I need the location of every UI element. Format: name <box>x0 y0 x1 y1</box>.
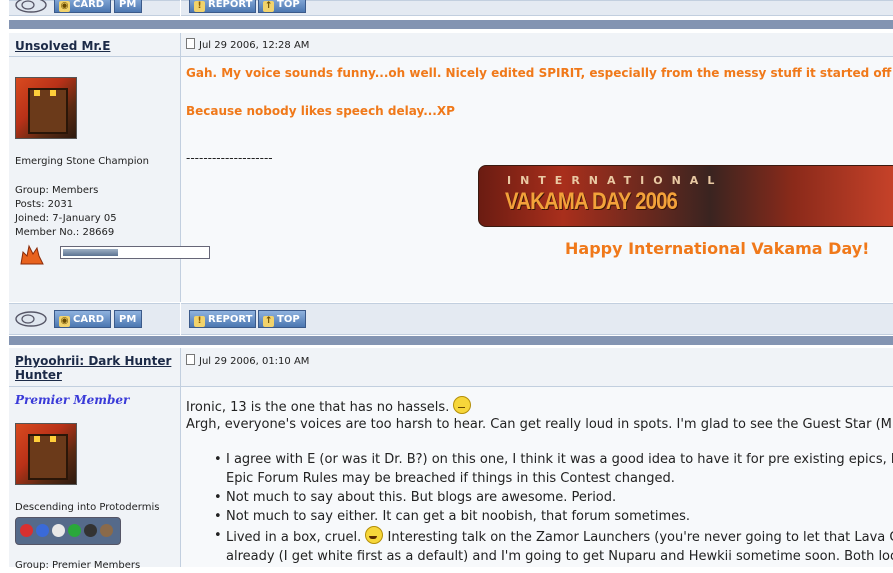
post-divider <box>9 336 893 345</box>
card-icon: ◉ <box>59 316 70 327</box>
reputation-fill <box>63 249 118 256</box>
post1-joined: Joined: 7-January 05 <box>15 213 117 224</box>
post1-member-title: Emerging Stone Champion <box>15 156 149 167</box>
post2-date: Jul 29 2006, 01:10 AM <box>186 354 309 367</box>
list-item-continuation: Epic Forum Rules may be breached if thin… <box>226 471 675 486</box>
arrow-up-icon: ↑ <box>263 316 274 327</box>
flame-icon <box>20 244 44 265</box>
signature-separator: -------------------- <box>186 151 273 165</box>
post1-line2: Because nobody likes speech delay...XP <box>186 104 455 118</box>
post2-username[interactable]: Phyoohrii: Dark Hunter Hunter <box>15 354 175 382</box>
post1-date: Jul 29 2006, 12:28 AM <box>186 38 309 51</box>
card-button[interactable]: ◉ CARD <box>54 310 111 328</box>
post2-line1: Ironic, 13 is the one that has no hassel… <box>186 396 472 417</box>
rank-pips <box>15 517 121 545</box>
list-item: Lived in a box, cruel. Interesting talk … <box>186 526 893 547</box>
exclamation-icon: ! <box>194 316 205 327</box>
post1-group: Group: Members <box>15 185 99 196</box>
pm-button[interactable]: PM <box>114 0 142 13</box>
post1-posts: Posts: 2031 <box>15 199 74 210</box>
exclamation-icon: ! <box>194 1 205 12</box>
grin-smiley-icon <box>365 526 384 544</box>
post2-line2: Argh, everyone's voices are too harsh to… <box>186 417 893 432</box>
report-button[interactable]: ! REPORT <box>189 310 256 328</box>
post1-avatar <box>15 77 77 139</box>
card-button[interactable]: ◉ CARD <box>54 0 111 13</box>
post2-bullet-list: I agree with E (or was it Dr. B?) on thi… <box>186 450 893 566</box>
aim-icon[interactable] <box>14 310 48 328</box>
list-item: Not much to say about this. But blogs ar… <box>186 488 893 507</box>
post1-username[interactable]: Unsolved Mr.E <box>15 39 110 53</box>
report-button[interactable]: ! REPORT <box>189 0 256 13</box>
signature-text: Happy International Vakama Day! <box>565 239 870 258</box>
card-icon: ◉ <box>59 1 70 12</box>
top-button[interactable]: ↑ TOP <box>258 310 306 328</box>
post2-member-title: Descending into Protodermis <box>15 502 160 513</box>
reputation-bar <box>60 246 210 259</box>
list-item-continuation: already (I get white first as a default)… <box>226 549 893 564</box>
list-item: I agree with E (or was it Dr. B?) on thi… <box>186 450 893 469</box>
aim-icon[interactable] <box>14 0 48 14</box>
top-button[interactable]: ↑ TOP <box>258 0 306 13</box>
list-item: Not much to say either. It can get a bit… <box>186 507 893 526</box>
post2-rank: Premier Member <box>15 393 130 407</box>
post-divider <box>9 20 893 29</box>
document-icon <box>186 38 195 49</box>
post1-line1: Gah. My voice sounds funny...oh well. Ni… <box>186 66 893 80</box>
pm-button[interactable]: PM <box>114 310 142 328</box>
post2-avatar <box>15 423 77 485</box>
document-icon <box>186 354 195 365</box>
post1-member-number: Member No.: 28669 <box>15 227 115 238</box>
post2-group: Group: Premier Members <box>15 560 141 571</box>
arrow-up-icon: ↑ <box>263 1 274 12</box>
unsure-smiley-icon <box>453 396 472 414</box>
vakama-day-banner[interactable]: INTERNATIONAL VAKAMA DAY 2006 <box>478 165 893 227</box>
